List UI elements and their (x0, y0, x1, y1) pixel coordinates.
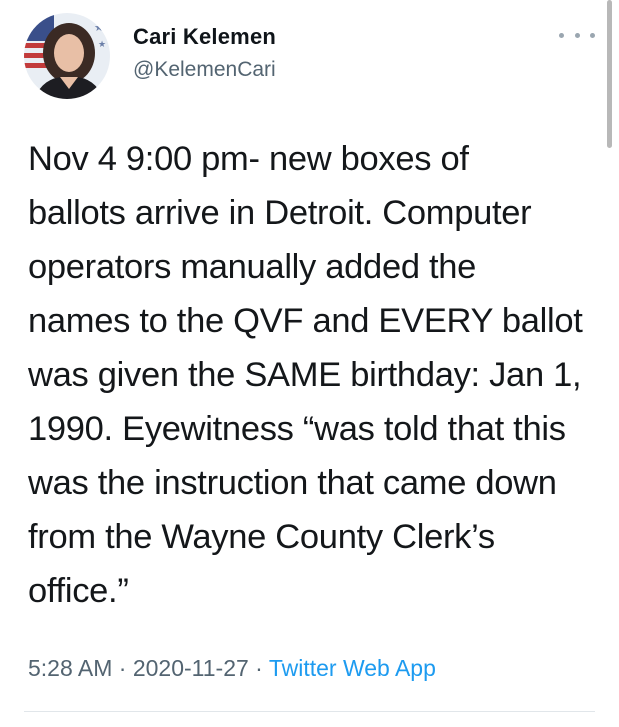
tweet-text-line: was the instruction that came down (28, 464, 557, 502)
tweet-time[interactable]: 5:28 AM (28, 655, 112, 681)
more-horizontal-icon[interactable] (559, 24, 595, 46)
author-name[interactable]: Cari Kelemen (133, 24, 276, 50)
separator: · (248, 655, 269, 681)
dot (559, 32, 564, 38)
tweet-text-line: office.” (28, 572, 129, 610)
divider (24, 711, 595, 712)
tweet-text-line: was given the SAME birthday: Jan 1, (28, 356, 582, 394)
separator: · (112, 655, 133, 681)
source-app-link[interactable]: Twitter Web App (269, 655, 436, 681)
dot (590, 32, 595, 38)
tweet-text-line: names to the QVF and EVERY ballot (28, 302, 583, 340)
scrollbar[interactable] (607, 0, 612, 148)
avatar-image: ★ ★ (24, 13, 110, 99)
svg-text:★: ★ (98, 40, 106, 50)
tweet-meta: 5:28 AM · 2020-11-27 · Twitter Web App (28, 655, 436, 682)
tweet-date[interactable]: 2020-11-27 (133, 655, 249, 681)
tweet-text-line: from the Wayne County Clerk’s (28, 518, 495, 556)
svg-text:★: ★ (94, 21, 104, 34)
tweet-text: Nov 4 9:00 pm- new boxes of ballots arri… (28, 132, 603, 618)
tweet-text-line: operators manually added the (28, 248, 477, 286)
tweet-card: ★ ★ Cari Kelemen @KelemenCari Nov 4 9:00… (0, 0, 619, 727)
dot (574, 32, 580, 38)
tweet-text-line: Nov 4 9:00 pm- new boxes of (28, 140, 469, 178)
author-handle[interactable]: @KelemenCari (133, 58, 276, 82)
avatar[interactable]: ★ ★ (24, 13, 110, 99)
tweet-text-line: ballots arrive in Detroit. Computer (28, 194, 532, 232)
tweet-text-line: 1990. Eyewitness “was told that this (28, 410, 566, 448)
